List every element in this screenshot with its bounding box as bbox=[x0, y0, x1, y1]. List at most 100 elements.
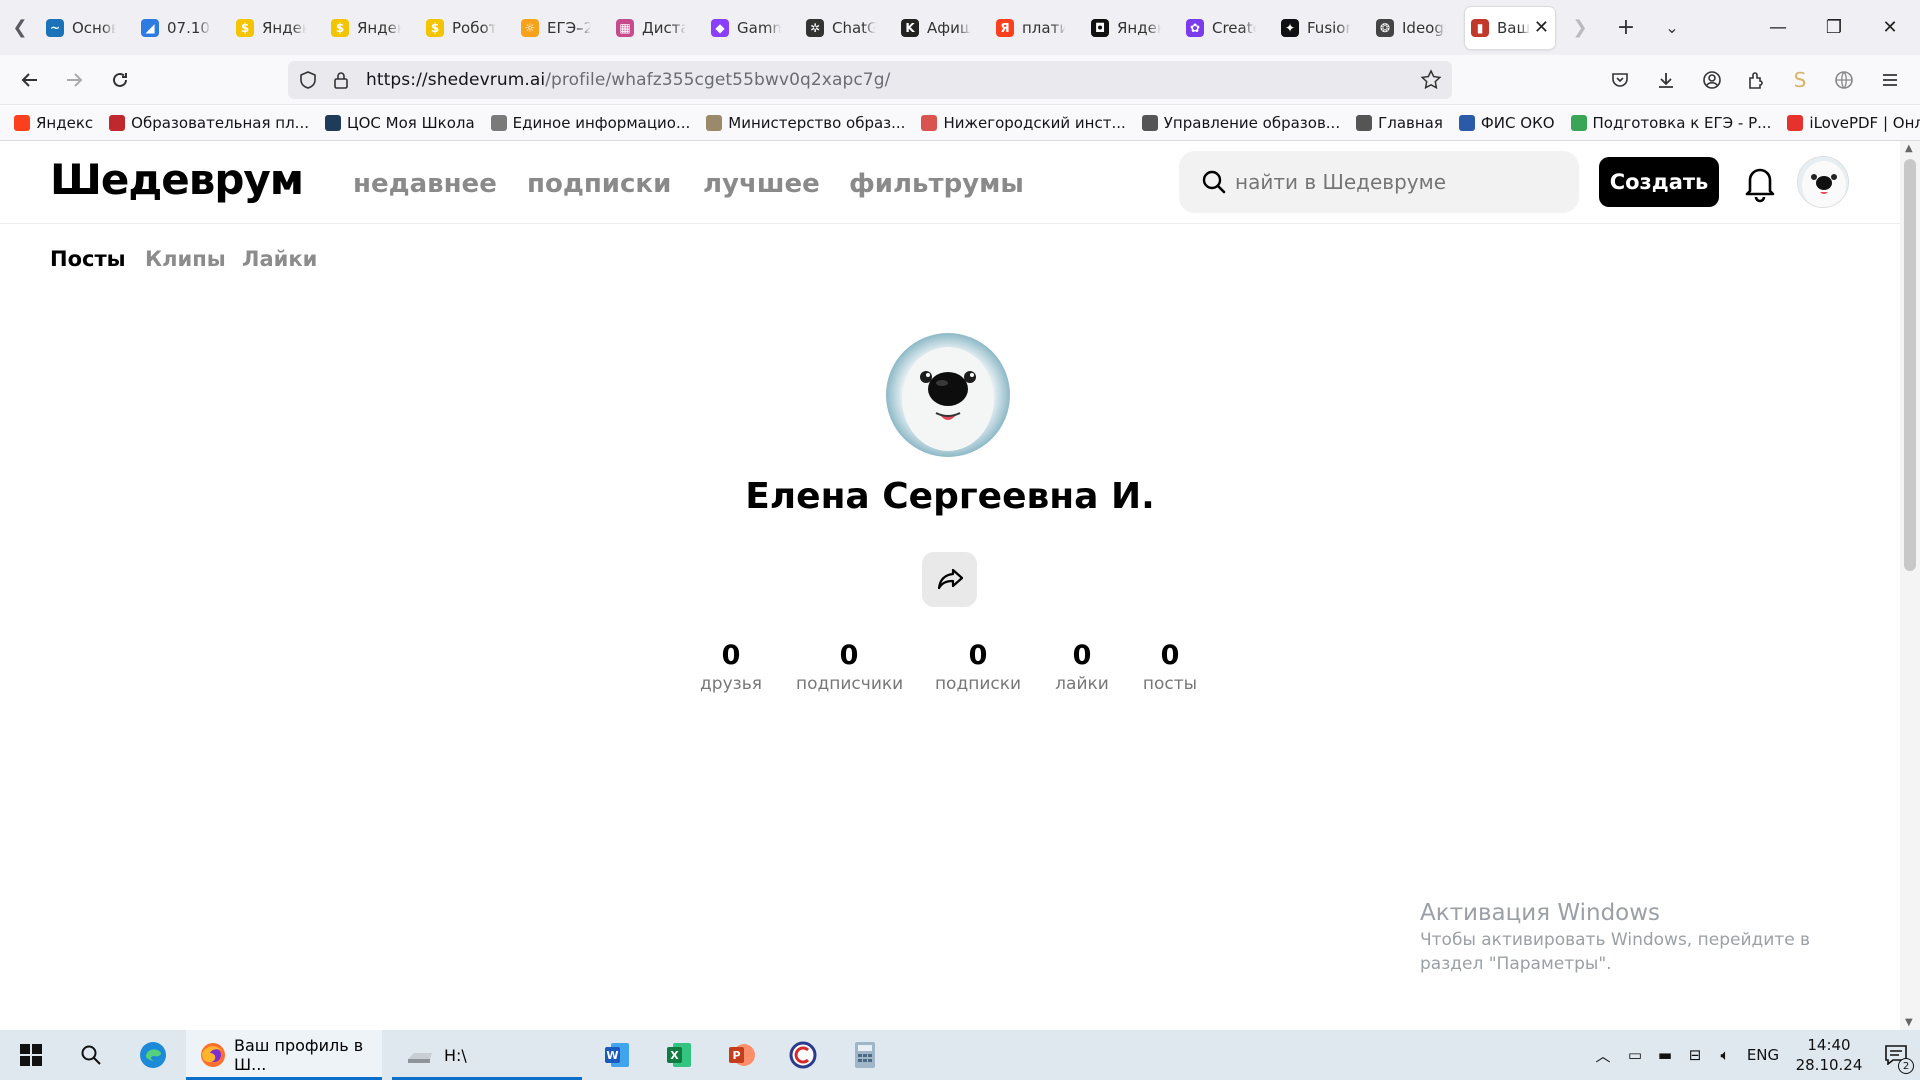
bookmark-item[interactable]: Подготовка к ЕГЭ - Р... bbox=[1570, 114, 1771, 132]
back-button[interactable] bbox=[13, 63, 47, 97]
stat-followers[interactable]: 0 подписчики bbox=[796, 639, 903, 695]
tab[interactable]: ◢ 07.10. bbox=[135, 7, 228, 49]
taskbar-explorer-window[interactable]: H:\ bbox=[392, 1030, 582, 1080]
stat-value: 0 bbox=[721, 640, 741, 671]
scroll-up-arrow-icon[interactable]: ▲ bbox=[1905, 143, 1913, 154]
excel-icon[interactable]: X bbox=[654, 1030, 704, 1080]
volume-icon[interactable]: 🔈︎ bbox=[1710, 1046, 1740, 1064]
list-all-tabs-button[interactable]: ⌄ bbox=[1649, 0, 1695, 55]
nav-best[interactable]: лучшее bbox=[703, 169, 820, 199]
close-tab-icon[interactable]: ✕ bbox=[1534, 17, 1549, 38]
tabs-scroll-left-button[interactable]: ❮ bbox=[0, 0, 40, 55]
taskbar-firefox-window[interactable]: Ваш профиль в Ш... bbox=[186, 1030, 382, 1080]
bookmark-item[interactable]: Единое информацио... bbox=[490, 114, 690, 132]
scroll-down-arrow-icon[interactable]: ▼ bbox=[1905, 1017, 1913, 1028]
tab[interactable]: $ Яндек bbox=[230, 7, 323, 49]
tab[interactable]: $ Робот bbox=[420, 7, 513, 49]
battery-icon[interactable]: ▬ bbox=[1650, 1046, 1680, 1064]
bookmark-item[interactable]: Образовательная пл... bbox=[109, 114, 309, 132]
stat-friends[interactable]: 0 друзья bbox=[698, 639, 764, 695]
stat-likes[interactable]: 0 лайки bbox=[1054, 639, 1110, 695]
language-indicator[interactable]: ENG bbox=[1740, 1046, 1786, 1064]
search-box[interactable] bbox=[1179, 151, 1579, 213]
tab-posts[interactable]: Посты bbox=[50, 247, 126, 271]
calculator-icon[interactable] bbox=[840, 1030, 890, 1080]
tab-likes[interactable]: Лайки bbox=[242, 247, 317, 271]
stat-value: 0 bbox=[968, 640, 988, 671]
stat-posts[interactable]: 0 посты bbox=[1142, 639, 1198, 695]
site-logo[interactable]: Шедеврум bbox=[50, 155, 304, 204]
start-windows-icon[interactable] bbox=[6, 1030, 56, 1080]
reload-button[interactable] bbox=[103, 63, 137, 97]
shield-icon[interactable] bbox=[298, 70, 318, 94]
pocket-icon[interactable] bbox=[1603, 63, 1637, 97]
tab-active[interactable]: ▮ Ваш ✕ bbox=[1465, 6, 1555, 49]
edge-icon[interactable] bbox=[128, 1030, 178, 1080]
tab-favicon-icon: ✿ bbox=[1186, 18, 1204, 37]
nav-filtrums[interactable]: фильтрумы bbox=[849, 169, 1024, 199]
tab[interactable]: ~ Основ bbox=[40, 7, 133, 49]
network-icon[interactable]: ⊟ bbox=[1680, 1046, 1710, 1064]
powerpoint-icon[interactable]: P bbox=[716, 1030, 766, 1080]
close-window-button[interactable]: ✕ bbox=[1862, 0, 1918, 55]
translate-globe-icon[interactable] bbox=[1827, 63, 1861, 97]
cc-app-icon[interactable] bbox=[778, 1030, 828, 1080]
notifications-bell-icon[interactable] bbox=[1742, 163, 1778, 203]
new-tab-button[interactable]: + bbox=[1603, 0, 1649, 55]
minimize-button[interactable]: — bbox=[1750, 0, 1806, 55]
stat-subscriptions[interactable]: 0 подписки bbox=[934, 639, 1022, 695]
bookmark-item[interactable]: Главная bbox=[1356, 114, 1443, 132]
clock[interactable]: 14:40 28.10.24 bbox=[1786, 1035, 1872, 1075]
search-icon bbox=[1201, 169, 1227, 195]
tab-favicon-icon: ◆ bbox=[711, 18, 729, 37]
tabs-scroll-right-button[interactable]: ❯ bbox=[1557, 0, 1603, 55]
extensions-icon[interactable] bbox=[1739, 63, 1773, 97]
tab[interactable]: ☼ ЕГЭ–2 bbox=[515, 7, 608, 49]
tab[interactable]: ◆ Gamm bbox=[705, 7, 798, 49]
show-hidden-icons-chevron-icon[interactable]: ︿ bbox=[1586, 1045, 1620, 1066]
nav-subscriptions[interactable]: подписки bbox=[527, 169, 671, 199]
tab[interactable]: ❂ Ideogr bbox=[1370, 7, 1463, 49]
bookmark-item[interactable]: Яндекс bbox=[14, 114, 93, 132]
action-center-icon[interactable]: 2 bbox=[1872, 1030, 1920, 1080]
bookmark-favicon-icon bbox=[1356, 115, 1373, 131]
bookmark-item[interactable]: Нижегородский инст... bbox=[921, 114, 1126, 132]
bookmark-item[interactable]: iLovePDF | Онлайн P... bbox=[1787, 114, 1920, 132]
nav-recent[interactable]: недавнее bbox=[353, 169, 497, 199]
tab[interactable]: ▦ Дистан bbox=[610, 7, 703, 49]
extension-s-icon[interactable]: S bbox=[1783, 63, 1817, 97]
tab[interactable]: ✿ Create bbox=[1180, 7, 1273, 49]
url-text[interactable]: https://shedevrum.ai/profile/whafz355cge… bbox=[366, 70, 890, 90]
address-bar[interactable]: https://shedevrum.ai/profile/whafz355cge… bbox=[288, 61, 1452, 99]
share-button[interactable] bbox=[922, 552, 977, 607]
meet-now-icon[interactable]: ▭ bbox=[1620, 1046, 1650, 1064]
user-avatar[interactable] bbox=[1797, 156, 1849, 208]
menu-hamburger-icon[interactable] bbox=[1873, 63, 1907, 97]
tab-title: Яндек bbox=[262, 18, 306, 37]
search-input[interactable] bbox=[1235, 170, 1555, 194]
bookmark-star-icon[interactable] bbox=[1420, 69, 1442, 95]
tab[interactable]: ◘ Яндек bbox=[1085, 7, 1178, 49]
tab[interactable]: ✲ ChatG bbox=[800, 7, 893, 49]
word-icon[interactable]: W bbox=[592, 1030, 642, 1080]
bookmark-item[interactable]: Министерство образ... bbox=[706, 114, 905, 132]
activation-text: Чтобы активировать Windows, перейдите в … bbox=[1420, 930, 1811, 974]
bookmark-item[interactable]: Управление образов... bbox=[1141, 114, 1340, 132]
bookmark-item[interactable]: ЦОС Моя Школа bbox=[324, 114, 475, 132]
scrollbar-thumb[interactable] bbox=[1904, 159, 1916, 571]
stat-label: друзья bbox=[700, 674, 762, 694]
account-icon[interactable] bbox=[1695, 63, 1729, 97]
create-button[interactable]: Создать bbox=[1599, 157, 1719, 207]
vertical-scrollbar[interactable]: ▲ ▼ bbox=[1900, 141, 1920, 1030]
tab-clips[interactable]: Клипы bbox=[145, 247, 226, 271]
lock-icon[interactable] bbox=[332, 70, 350, 94]
bookmark-item[interactable]: ФИС ОКО bbox=[1458, 114, 1555, 132]
taskbar-search-icon[interactable] bbox=[66, 1030, 116, 1080]
restore-button[interactable]: ❐ bbox=[1806, 0, 1862, 55]
tab[interactable]: K Афиш bbox=[895, 7, 988, 49]
tab[interactable]: Яплати bbox=[990, 7, 1083, 49]
forward-button[interactable] bbox=[57, 63, 91, 97]
downloads-icon[interactable] bbox=[1649, 63, 1683, 97]
tab[interactable]: $ Яндек bbox=[325, 7, 418, 49]
tab[interactable]: ✦ Fusion bbox=[1275, 7, 1368, 49]
